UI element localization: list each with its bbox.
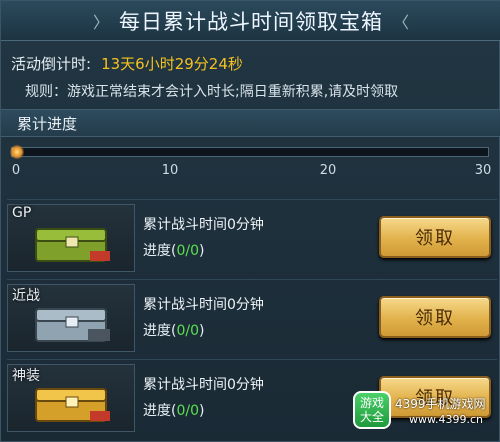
reward-progress: 进度(0/0) (143, 243, 205, 259)
progress-marker (10, 144, 24, 160)
chest-icon (35, 308, 110, 342)
claim-button[interactable]: 领取 (379, 216, 491, 258)
watermark-url: www.4399.cn (409, 413, 483, 426)
watermark-text: 4399手机游戏网 (395, 397, 486, 411)
progress-header: 累计进度 (1, 109, 500, 137)
progress-header-label: 累计进度 (17, 114, 78, 133)
reward-tag: 神装 (12, 368, 40, 384)
title-deco-left: 〉 (92, 12, 109, 32)
watermark-logo: 游戏 大全 (353, 391, 391, 429)
reward-info: 累计战斗时间0分钟 进度(0/0) (143, 372, 264, 424)
reward-progress: 进度(0/0) (143, 403, 205, 419)
countdown-value: 13天6小时29分24秒 (101, 55, 243, 73)
title-deco-right: 〈 (393, 12, 410, 32)
countdown-label: 活动倒计时: (11, 55, 92, 73)
reward-row-gp: GP 累计战斗时间0分钟 进度(0/0) 领取 (7, 199, 497, 273)
progress-track (10, 144, 489, 160)
countdown-row: 活动倒计时: 13天6小时29分24秒 (11, 53, 491, 75)
reward-progress: 进度(0/0) (143, 323, 205, 339)
reward-info: 累计战斗时间0分钟 进度(0/0) (143, 292, 264, 344)
chest-icon (35, 228, 110, 262)
page-title: 每日累计战斗时间领取宝箱 (119, 9, 383, 34)
reward-label: 累计战斗时间0分钟 (143, 297, 264, 313)
reward-info: 累计战斗时间0分钟 进度(0/0) (143, 212, 264, 264)
tick-label: 10 (161, 163, 179, 178)
reward-tag: 近战 (12, 288, 40, 304)
tick-label: 20 (319, 163, 337, 178)
reward-icon-panel: 近战 (7, 284, 135, 352)
reward-window: 〉 每日累计战斗时间领取宝箱 〈 活动倒计时: 13天6小时29分24秒 规则：游… (0, 0, 500, 442)
reward-tag: GP (12, 205, 32, 221)
title-bar: 〉 每日累计战斗时间领取宝箱 〈 (1, 1, 500, 41)
tick-label: 0 (11, 163, 21, 178)
rule-text: 规则：游戏正常结束才会计入时长;隔日重新积累,请及时领取 (25, 84, 399, 100)
chest-icon (35, 388, 110, 422)
reward-icon-panel: GP (7, 204, 135, 272)
tick-label: 30 (474, 163, 492, 178)
reward-label: 累计战斗时间0分钟 (143, 377, 264, 393)
reward-label: 累计战斗时间0分钟 (143, 217, 264, 233)
reward-row-melee: 近战 累计战斗时间0分钟 进度(0/0) 领取 (7, 279, 497, 353)
progress-ticks: 0 10 20 30 (11, 163, 492, 181)
activity-info: 活动倒计时: 13天6小时29分24秒 规则：游戏正常结束才会计入时长;隔日重新积… (11, 53, 491, 101)
claim-button[interactable]: 领取 (379, 296, 491, 338)
reward-icon-panel: 神装 (7, 364, 135, 432)
watermark: 游戏 大全 4399手机游戏网 www.4399.cn (349, 383, 499, 441)
